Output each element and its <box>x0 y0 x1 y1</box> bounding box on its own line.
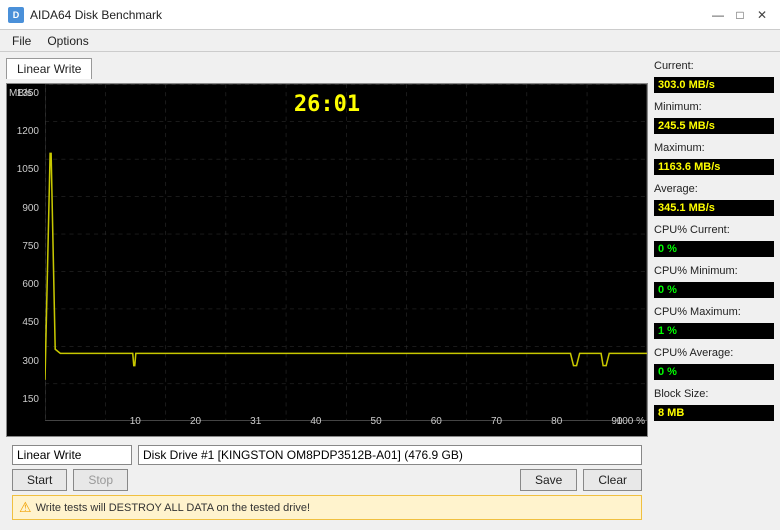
x-label-31: 31 <box>226 416 286 427</box>
close-button[interactable]: ✕ <box>752 5 772 25</box>
controls-row-2: Start Stop Save Clear <box>12 469 642 491</box>
cpu-average-label: CPU% Average: <box>654 347 774 359</box>
left-panel: Linear Write MB/s 26:01 1350 1200 1050 9… <box>6 58 648 524</box>
current-value: 303.0 MB/s <box>654 77 774 93</box>
y-label-0: 1350 <box>9 88 43 99</box>
menu-bar: File Options <box>0 30 780 52</box>
x-label-70: 70 <box>466 416 526 427</box>
x-label-10: 10 <box>105 416 165 427</box>
x-label-60: 60 <box>406 416 466 427</box>
y-label-8: 150 <box>9 394 43 405</box>
x-label-80: 80 <box>527 416 587 427</box>
title-bar-left: D AIDA64 Disk Benchmark <box>8 7 162 23</box>
maximize-button[interactable]: □ <box>730 5 750 25</box>
test-dropdown-wrapper: Linear Write <box>12 445 132 465</box>
minimize-button[interactable]: — <box>708 5 728 25</box>
minimum-label: Minimum: <box>654 101 774 113</box>
x-label-20: 20 <box>165 416 225 427</box>
cpu-average-value: 0 % <box>654 364 774 380</box>
average-label: Average: <box>654 183 774 195</box>
app-title: AIDA64 Disk Benchmark <box>30 8 162 22</box>
test-dropdown[interactable]: Linear Write <box>12 445 132 465</box>
main-content: Linear Write MB/s 26:01 1350 1200 1050 9… <box>0 52 780 530</box>
x-label-50: 50 <box>346 416 406 427</box>
y-label-2: 1050 <box>9 164 43 175</box>
warning-text: Write tests will DESTROY ALL DATA on the… <box>36 502 311 514</box>
bottom-controls: Linear Write Disk Drive #1 [KINGSTON OM8… <box>6 441 648 524</box>
y-label-7: 300 <box>9 356 43 367</box>
cpu-maximum-value: 1 % <box>654 323 774 339</box>
minimum-value: 245.5 MB/s <box>654 118 774 134</box>
block-size-value: 8 MB <box>654 405 774 421</box>
menu-file[interactable]: File <box>4 32 39 50</box>
y-label-3: 900 <box>9 203 43 214</box>
tab-linear-write[interactable]: Linear Write <box>6 58 92 79</box>
y-label-4: 750 <box>9 241 43 252</box>
cpu-current-label: CPU% Current: <box>654 224 774 236</box>
y-label-1: 1200 <box>9 126 43 137</box>
warning-icon: ⚠ <box>19 499 32 516</box>
chart-container: MB/s 26:01 1350 1200 1050 900 750 600 45… <box>6 83 648 437</box>
x-axis: 10 20 31 40 50 60 70 80 90 100 % <box>45 414 647 436</box>
menu-options[interactable]: Options <box>39 32 96 50</box>
start-button[interactable]: Start <box>12 469 67 491</box>
controls-row-1: Linear Write Disk Drive #1 [KINGSTON OM8… <box>12 445 642 465</box>
cpu-maximum-label: CPU% Maximum: <box>654 306 774 318</box>
title-bar: D AIDA64 Disk Benchmark — □ ✕ <box>0 0 780 30</box>
average-value: 345.1 MB/s <box>654 200 774 216</box>
cpu-minimum-value: 0 % <box>654 282 774 298</box>
right-panel: Current: 303.0 MB/s Minimum: 245.5 MB/s … <box>654 58 774 524</box>
drive-dropdown[interactable]: Disk Drive #1 [KINGSTON OM8PDP3512B-A01]… <box>138 445 642 465</box>
drive-dropdown-wrapper: Disk Drive #1 [KINGSTON OM8PDP3512B-A01]… <box>138 445 642 465</box>
save-button[interactable]: Save <box>520 469 577 491</box>
y-label-5: 600 <box>9 279 43 290</box>
maximum-label: Maximum: <box>654 142 774 154</box>
x-percent: 100 % <box>617 416 645 427</box>
clear-button[interactable]: Clear <box>583 469 642 491</box>
y-axis: 1350 1200 1050 900 750 600 450 300 150 <box>7 84 45 436</box>
warning-bar: ⚠ Write tests will DESTROY ALL DATA on t… <box>12 495 642 520</box>
cpu-current-value: 0 % <box>654 241 774 257</box>
stop-button[interactable]: Stop <box>73 469 128 491</box>
y-label-6: 450 <box>9 317 43 328</box>
app-icon: D <box>8 7 24 23</box>
current-label: Current: <box>654 60 774 72</box>
x-label-40: 40 <box>286 416 346 427</box>
title-bar-controls: — □ ✕ <box>708 5 772 25</box>
maximum-value: 1163.6 MB/s <box>654 159 774 175</box>
chart-svg <box>45 84 647 421</box>
tab-bar: Linear Write <box>6 58 648 79</box>
cpu-minimum-label: CPU% Minimum: <box>654 265 774 277</box>
block-size-label: Block Size: <box>654 388 774 400</box>
